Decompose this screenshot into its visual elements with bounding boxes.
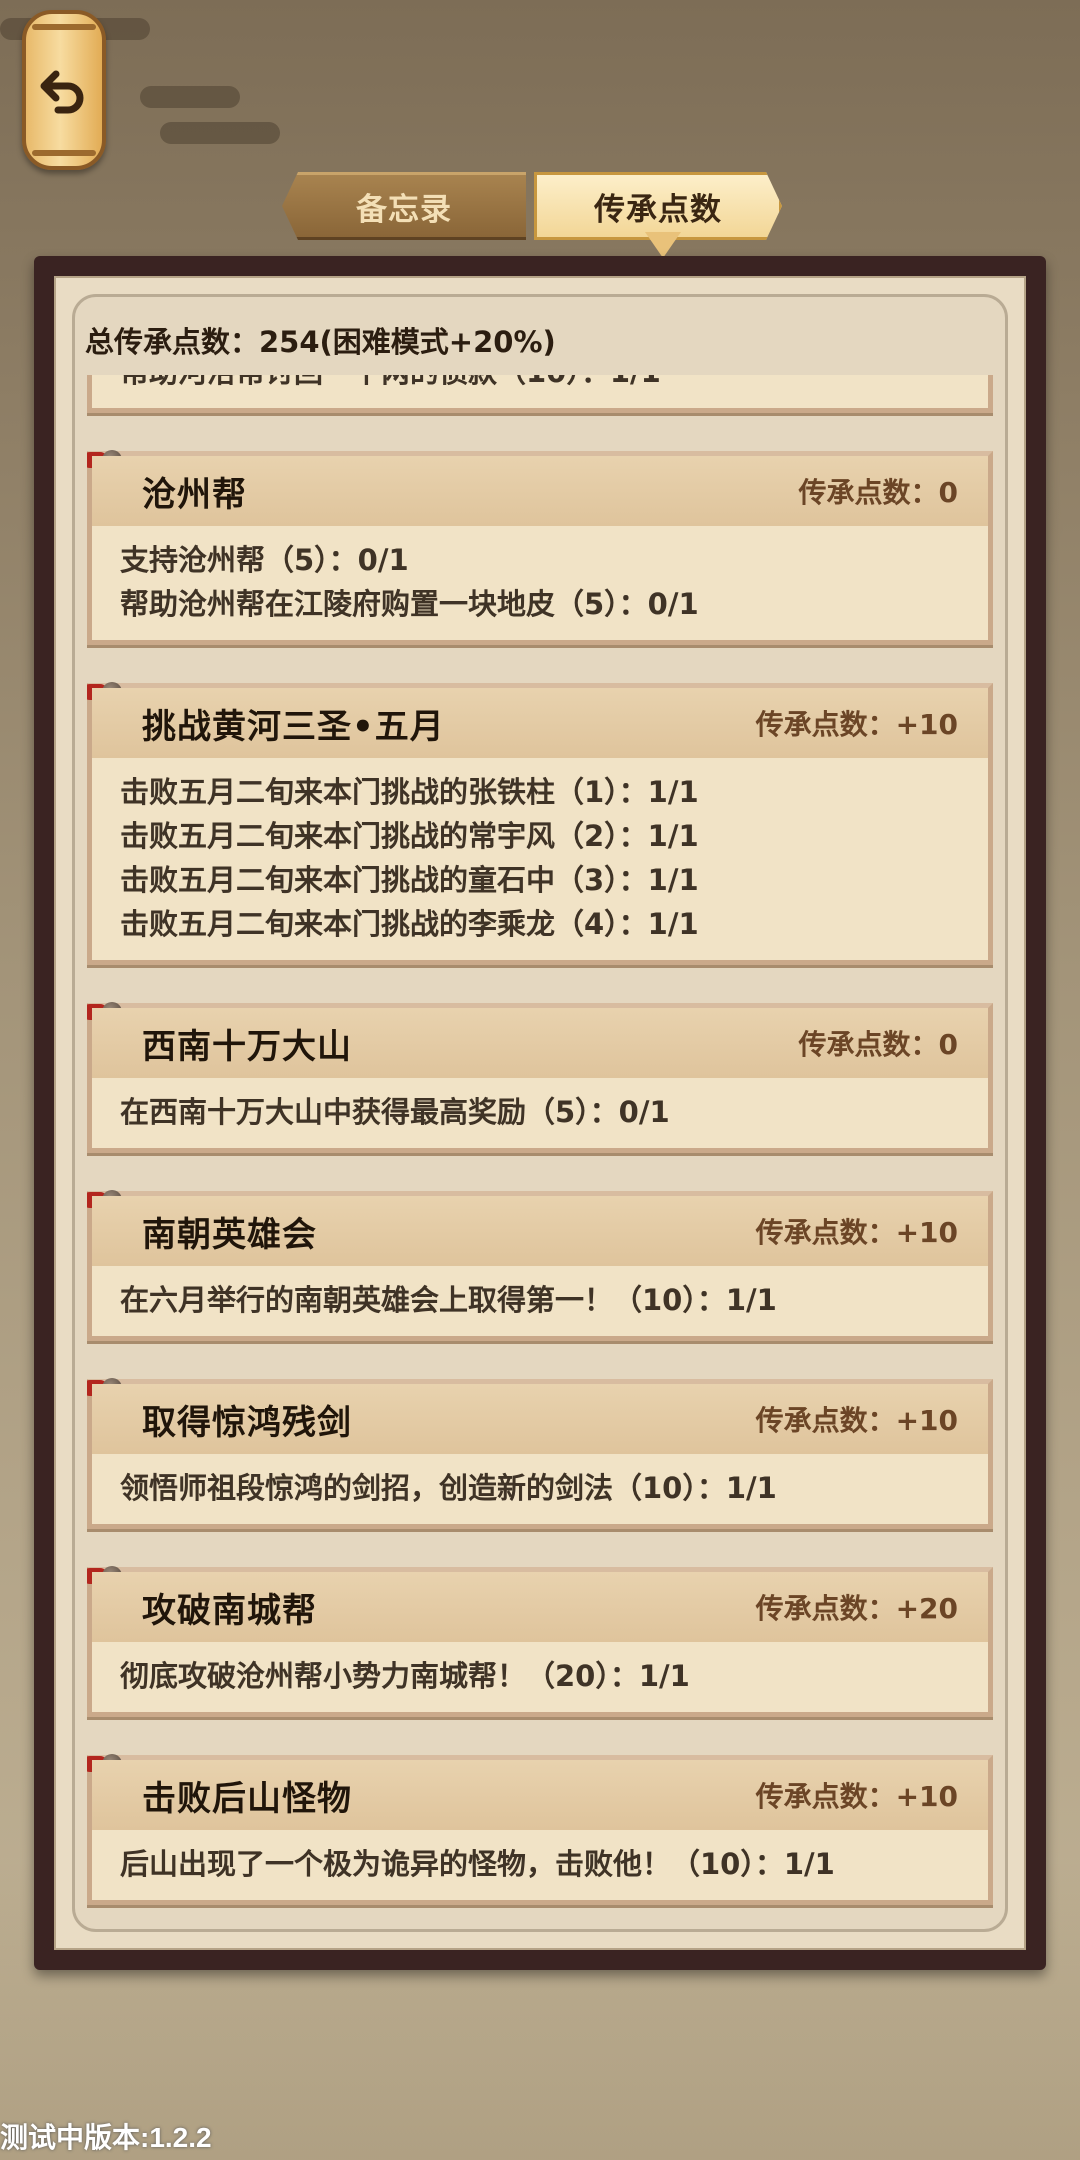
card-title: 击败后山怪物 [142,1778,352,1819]
legacy-list-track: 帮助河洛帮讨回一千两的债款（10）：1/1 沧州帮传承点数：0支持沧州帮（5）：… [87,375,993,1917]
task-item: 领悟师祖段惊鸿的剑招，创造新的剑法（10）：1/1 [120,1471,777,1505]
tab-memo[interactable]: 备忘录 [282,172,526,240]
task-item: 支持沧州帮（5）：0/1 [120,543,409,577]
total-legacy-points: 总传承点数：254(困难模式+20%) [85,325,556,359]
tab-bar: 备忘录 传承点数 [282,172,782,242]
task-item: 帮助沧州帮在江陵府购置一块地皮（5）：0/1 [120,587,699,621]
card-body: 领悟师祖段惊鸿的剑招，创造新的剑法（10）：1/1 [92,1454,988,1524]
card-title: 取得惊鸿残剑 [142,1402,352,1443]
background-cloud [160,122,280,144]
legacy-card: 南朝英雄会 传承点数：+10 在六月举行的南朝英雄会上取得第一！（10）：1/1 [87,1190,993,1341]
legacy-card-partial: 帮助河洛帮讨回一千两的债款（10）：1/1 [87,375,993,413]
task-item: 击败五月二旬来本门挑战的常宇风（2）：1/1 [120,819,699,853]
card-points: 传承点数：0 [798,476,958,509]
card-header: 击败后山怪物 传承点数：+10 [92,1760,988,1830]
card-header: 攻破南城帮 传承点数：+20 [92,1572,988,1642]
background-cloud [140,86,240,108]
card-header: 南朝英雄会 传承点数：+10 [92,1196,988,1266]
card-body: 在六月举行的南朝英雄会上取得第一！（10）：1/1 [92,1266,988,1336]
card-header: 取得惊鸿残剑 传承点数：+10 [92,1384,988,1454]
card-title: 南朝英雄会 [142,1214,317,1255]
task-item: 在六月举行的南朝英雄会上取得第一！（10）：1/1 [120,1283,777,1317]
card-points: 传承点数：+10 [755,708,958,741]
scroll-frame: 总传承点数：254(困难模式+20%) 帮助河洛帮讨回一千两的债款（10）：1/… [72,294,1008,1932]
legacy-panel: 总传承点数：254(困难模式+20%) 帮助河洛帮讨回一千两的债款（10）：1/… [34,256,1046,1970]
legacy-card: 击败后山怪物 传承点数：+10 后山出现了一个极为诡异的怪物，击败他！（10）：1/… [87,1754,993,1905]
task-item: 帮助河洛帮讨回一千两的债款（10）：1/1 [120,375,960,394]
card-points: 传承点数：+10 [755,1780,958,1813]
legacy-card: 挑战黄河三圣•五月 传承点数：+10 击败五月二旬来本门挑战的张铁柱（1）：1/1 击… [87,682,993,965]
card-title: 攻破南城帮 [142,1590,317,1631]
card-points: 传承点数：+10 [755,1216,958,1249]
card-body: 击败五月二旬来本门挑战的张铁柱（1）：1/1 击败五月二旬来本门挑战的常宇风（2）… [92,758,988,960]
back-button[interactable] [22,10,106,170]
legacy-card: 取得惊鸿残剑 传承点数：+10 领悟师祖段惊鸿的剑招，创造新的剑法（10）：1/1 [87,1378,993,1529]
back-arrow-icon [40,70,84,114]
card-points: 传承点数：+10 [755,1404,958,1437]
panel-inner: 总传承点数：254(困难模式+20%) 帮助河洛帮讨回一千两的债款（10）：1/… [54,276,1026,1950]
legacy-card: 沧州帮 传承点数：0 支持沧州帮（5）：0/1 帮助沧州帮在江陵府购置一块地皮（5）：… [87,450,993,645]
card-header: 挑战黄河三圣•五月 传承点数：+10 [92,688,988,758]
card-header: 沧州帮 传承点数：0 [92,456,988,526]
task-item: 在西南十万大山中获得最高奖励（5）：0/1 [120,1095,670,1129]
card-header: 西南十万大山 传承点数：0 [92,1008,988,1078]
card-title: 西南十万大山 [142,1026,352,1067]
card-title: 沧州帮 [142,474,247,515]
card-body: 在西南十万大山中获得最高奖励（5）：0/1 [92,1078,988,1148]
legacy-list[interactable]: 帮助河洛帮讨回一千两的债款（10）：1/1 沧州帮传承点数：0支持沧州帮（5）：… [87,375,993,1917]
task-item: 彻底攻破沧州帮小势力南城帮！（20）：1/1 [120,1659,690,1693]
legacy-card: 攻破南城帮 传承点数：+20 彻底攻破沧州帮小势力南城帮！（20）：1/1 [87,1566,993,1717]
task-item: 击败五月二旬来本门挑战的童石中（3）：1/1 [120,863,699,897]
card-title: 挑战黄河三圣•五月 [142,706,445,747]
task-item: 击败五月二旬来本门挑战的张铁柱（1）：1/1 [120,775,699,809]
version-label: 测试中版本:1.2.2 [0,2122,212,2153]
tab-legacy-points[interactable]: 传承点数 [534,172,782,240]
card-body: 彻底攻破沧州帮小势力南城帮！（20）：1/1 [92,1642,988,1712]
card-body: 后山出现了一个极为诡异的怪物，击败他！（10）：1/1 [92,1830,988,1900]
card-points: 传承点数：0 [798,1028,958,1061]
card-points: 传承点数：+20 [755,1592,958,1625]
task-item: 后山出现了一个极为诡异的怪物，击败他！（10）：1/1 [120,1847,835,1881]
legacy-card: 西南十万大山 传承点数：0 在西南十万大山中获得最高奖励（5）：0/1 [87,1002,993,1153]
task-item: 击败五月二旬来本门挑战的李乘龙（4）：1/1 [120,907,699,941]
card-body: 支持沧州帮（5）：0/1 帮助沧州帮在江陵府购置一块地皮（5）：0/1 [92,526,988,640]
